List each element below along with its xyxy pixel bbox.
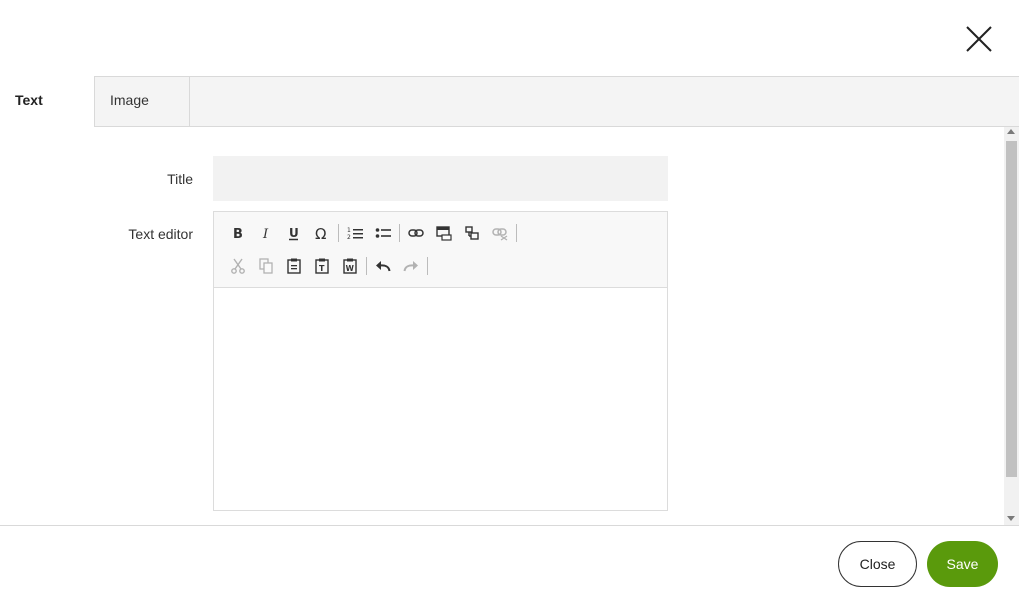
editor-content-area[interactable] — [214, 288, 667, 510]
link-icon[interactable] — [402, 219, 430, 247]
svg-text:B: B — [233, 227, 243, 241]
scrollbar-thumb[interactable] — [1006, 141, 1017, 477]
dialog-footer: Close Save — [0, 525, 1019, 602]
rich-text-editor: B I U Ω 12 T W — [213, 211, 668, 511]
tab-image[interactable]: Image — [94, 76, 190, 127]
svg-text:2: 2 — [347, 234, 351, 241]
svg-text:I: I — [262, 227, 269, 241]
close-icon[interactable] — [962, 22, 996, 56]
numbered-list-icon[interactable]: 12 — [341, 219, 369, 247]
toolbar-separator — [366, 257, 367, 275]
insert-link-icon[interactable] — [458, 219, 486, 247]
vertical-scrollbar[interactable] — [1004, 127, 1019, 525]
toolbar-separator — [516, 224, 517, 242]
bulleted-list-icon[interactable] — [369, 219, 397, 247]
svg-text:U: U — [289, 226, 299, 240]
svg-text:Ω: Ω — [315, 225, 326, 241]
text-editor-label: Text editor — [128, 226, 193, 242]
bold-icon[interactable]: B — [224, 219, 252, 247]
toolbar-row-1: B I U Ω 12 — [224, 219, 519, 247]
title-input[interactable] — [213, 156, 668, 201]
copy-icon[interactable] — [252, 252, 280, 280]
unlink-icon[interactable] — [486, 219, 514, 247]
anchor-icon[interactable] — [430, 219, 458, 247]
toolbar-row-2: T W — [224, 252, 430, 280]
svg-text:1: 1 — [347, 227, 351, 234]
paste-icon[interactable] — [280, 252, 308, 280]
paste-text-icon[interactable]: T — [308, 252, 336, 280]
undo-icon[interactable] — [369, 252, 397, 280]
redo-icon[interactable] — [397, 252, 425, 280]
tab-content: Title Text editor B I U Ω 1 2 T W — [0, 127, 1004, 525]
underline-icon[interactable]: U — [280, 219, 308, 247]
save-button[interactable]: Save — [927, 541, 998, 587]
scroll-up-arrow-icon[interactable] — [1007, 129, 1015, 134]
toolbar-separator — [427, 257, 428, 275]
special-char-omega-icon[interactable]: Ω — [308, 219, 336, 247]
italic-icon[interactable]: I — [252, 219, 280, 247]
tab-bar: Text Image — [0, 76, 1019, 127]
editor-toolbar: B I U Ω 12 T W — [214, 212, 667, 288]
toolbar-separator — [338, 224, 339, 242]
cut-icon[interactable] — [224, 252, 252, 280]
close-button[interactable]: Close — [838, 541, 917, 587]
paste-word-icon[interactable]: W — [336, 252, 364, 280]
title-label: Title — [167, 171, 193, 187]
toolbar-separator — [399, 224, 400, 242]
edit-dialog: Text Image Title Text editor B I U Ω 1 2… — [0, 0, 1019, 602]
svg-text:W: W — [346, 264, 355, 273]
svg-text:T: T — [319, 264, 325, 273]
tab-text[interactable]: Text — [0, 76, 95, 127]
scroll-down-arrow-icon[interactable] — [1007, 516, 1015, 521]
